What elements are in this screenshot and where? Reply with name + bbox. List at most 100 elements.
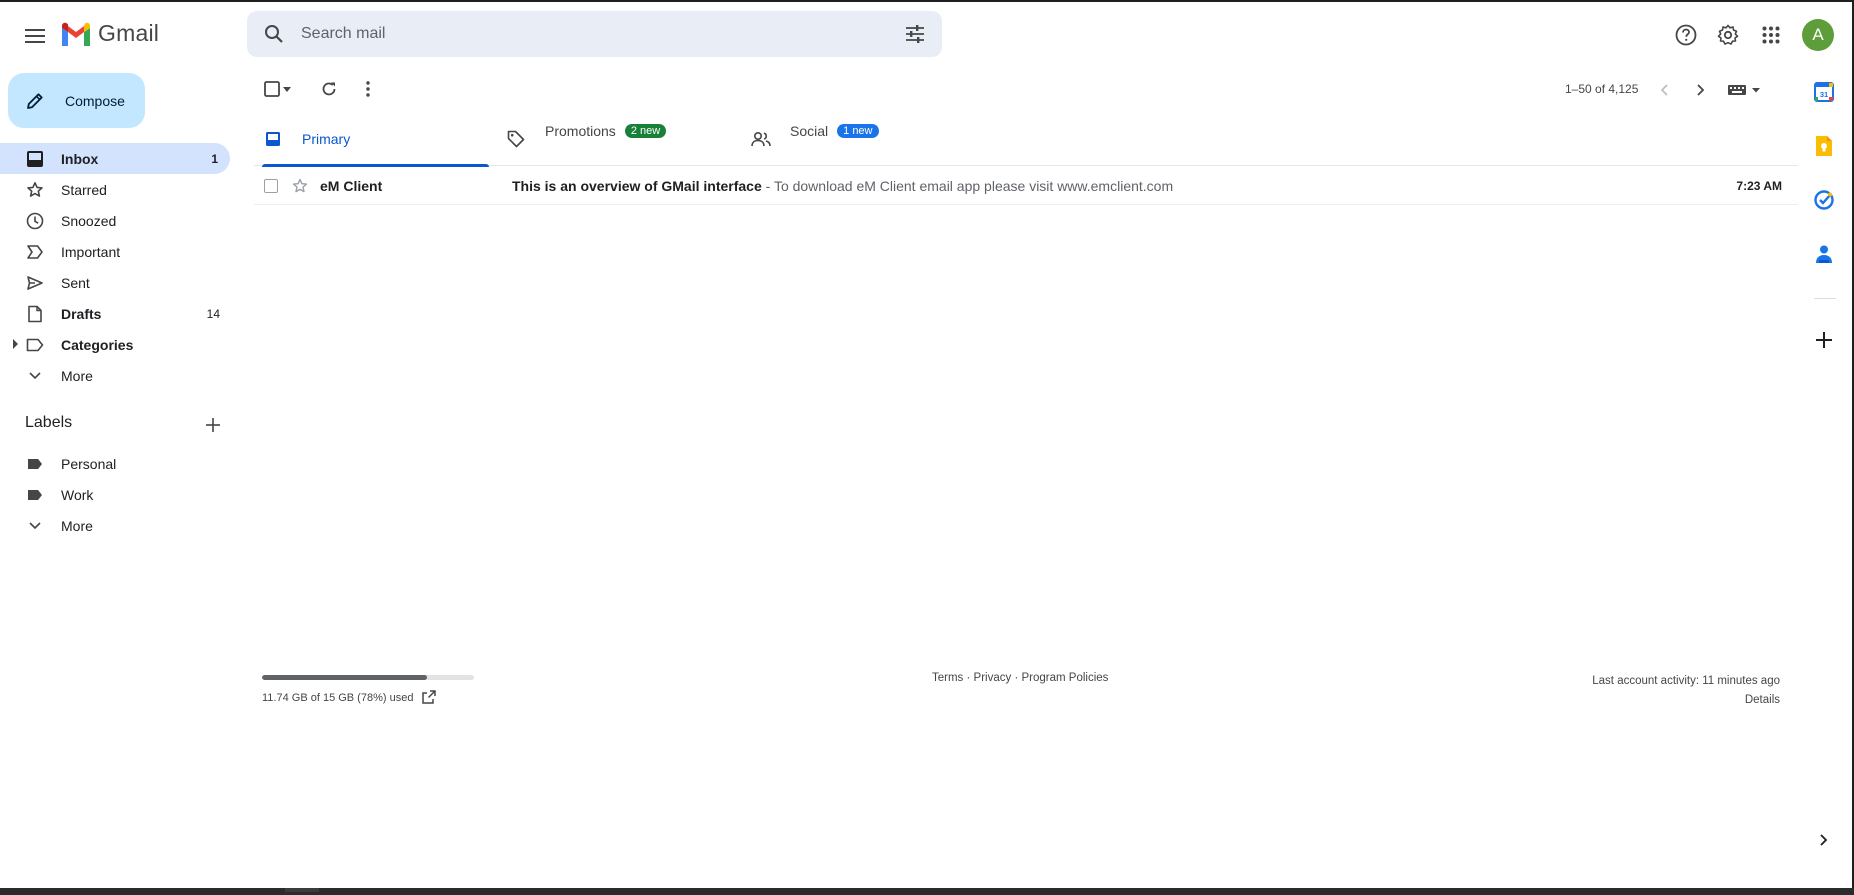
sidebar-item-snoozed[interactable]: Snoozed: [0, 205, 232, 236]
inbox-icon: [25, 149, 45, 169]
sidebar-item-label: Snoozed: [61, 212, 117, 229]
sidebar-item-sent[interactable]: Sent: [0, 267, 232, 298]
tab-label: Social: [790, 123, 829, 139]
new-count-badge: 1 new: [837, 124, 879, 138]
tag-icon: [505, 128, 527, 150]
sidebar-item-label: Inbox: [61, 150, 99, 167]
clock-icon: [25, 211, 45, 231]
plus-icon: [1816, 332, 1832, 348]
more-actions-button[interactable]: [354, 75, 382, 103]
tab-promotions[interactable]: Promotions 2 new: [505, 112, 732, 166]
pencil-icon: [27, 92, 43, 109]
main-menu-button[interactable]: [16, 17, 54, 55]
email-subject: This is an overview of GMail interface: [512, 178, 762, 194]
labels-more[interactable]: More: [0, 510, 232, 541]
support-button[interactable]: [1668, 17, 1704, 53]
star-icon: [25, 180, 45, 200]
open-in-new-icon[interactable]: [421, 689, 437, 705]
labels-heading: Labels: [25, 414, 73, 431]
chevron-right-icon: [1820, 834, 1828, 846]
more-vert-icon: [366, 81, 370, 97]
drafts-count: 14: [206, 306, 220, 321]
label-item-personal[interactable]: Personal: [0, 448, 232, 479]
privacy-link[interactable]: Privacy: [974, 672, 1012, 684]
footer-links: Terms · Privacy · Program Policies: [932, 672, 1108, 684]
activity-details-link[interactable]: Details: [1592, 691, 1780, 710]
search-options-button[interactable]: [902, 21, 928, 47]
label-name: Personal: [61, 455, 117, 472]
sidebar-item-label: More: [61, 367, 93, 384]
calendar-app-button[interactable]: 31: [1812, 80, 1836, 104]
account-avatar[interactable]: A: [1802, 19, 1834, 51]
refresh-button[interactable]: [315, 75, 343, 103]
create-label-button[interactable]: [202, 414, 224, 436]
last-activity-text: Last account activity: 11 minutes ago: [1592, 675, 1780, 687]
account-activity: Last account activity: 11 minutes ago De…: [1592, 672, 1780, 710]
settings-button[interactable]: [1710, 17, 1746, 53]
tab-primary[interactable]: Primary: [262, 112, 489, 167]
storage-meter: [262, 675, 474, 680]
sidebar-item-important[interactable]: Important: [0, 236, 232, 267]
tab-social[interactable]: Social 1 new: [750, 112, 977, 166]
get-addons-button[interactable]: [1812, 328, 1836, 352]
expand-arrow-icon[interactable]: [12, 339, 20, 349]
pagination-count: 1–50 of 4,125: [1565, 82, 1639, 96]
calendar-icon: 31: [1814, 82, 1834, 102]
storage-meter-fill: [262, 675, 428, 680]
compose-button[interactable]: Compose: [8, 73, 145, 128]
search-button[interactable]: [261, 21, 287, 47]
label-name: More: [61, 517, 93, 534]
help-icon: [1675, 24, 1697, 46]
tab-label: Primary: [302, 131, 351, 147]
tab-label: Promotions: [545, 123, 616, 139]
contacts-app-button[interactable]: [1812, 242, 1836, 266]
newer-page-button[interactable]: [1650, 76, 1678, 104]
label-icon: [25, 454, 45, 474]
sidebar-nav: Inbox 1 Starred Snoozed Important Sent D…: [0, 143, 232, 391]
keep-icon: [1816, 136, 1832, 156]
sidebar-item-label: Categories: [61, 336, 134, 353]
search-input[interactable]: [301, 20, 861, 48]
side-panel-divider: [1814, 298, 1836, 299]
gmail-logo[interactable]: Gmail: [60, 20, 159, 47]
keyboard-icon: [1728, 85, 1760, 95]
terms-link[interactable]: Terms: [932, 672, 963, 684]
contacts-icon: [1816, 245, 1832, 263]
tasks-app-button[interactable]: [1812, 188, 1836, 212]
chevron-down-icon: [25, 516, 45, 536]
select-dropdown-button[interactable]: [278, 75, 296, 103]
email-subject-line: This is an overview of GMail interface -…: [512, 178, 1173, 194]
google-apps-button[interactable]: [1753, 17, 1789, 53]
storage-usage: 11.74 GB of 15 GB (78%) used: [262, 692, 414, 704]
older-page-button[interactable]: [1687, 76, 1715, 104]
taskbar-tab: [285, 888, 319, 892]
chevron-right-icon: [1697, 84, 1705, 96]
label-item-work[interactable]: Work: [0, 479, 232, 510]
email-sender: eM Client: [320, 178, 383, 194]
row-checkbox[interactable]: [264, 179, 278, 193]
sidebar-item-inbox[interactable]: Inbox 1: [0, 143, 230, 174]
labels-list: Personal Work More: [0, 448, 232, 541]
input-tools-button[interactable]: [1724, 76, 1766, 104]
hide-side-panel-button[interactable]: [1812, 828, 1836, 852]
gear-icon: [1717, 24, 1739, 45]
chevron-left-icon: [1660, 84, 1668, 96]
keep-app-button[interactable]: [1812, 134, 1836, 158]
search-icon: [265, 25, 283, 43]
tasks-icon: [1814, 190, 1834, 210]
calendar-day: 31: [1820, 90, 1828, 99]
email-row[interactable]: eM Client This is an overview of GMail i…: [254, 167, 1798, 205]
sidebar-item-categories[interactable]: Categories: [0, 329, 232, 360]
email-time: 7:23 AM: [1736, 179, 1782, 193]
program-policies-link[interactable]: Program Policies: [1021, 672, 1108, 684]
sidebar-item-drafts[interactable]: Drafts 14: [0, 298, 232, 329]
sidebar-item-label: Drafts: [61, 305, 102, 322]
star-icon[interactable]: [291, 177, 309, 195]
sidebar-item-label: Starred: [61, 181, 107, 198]
sidebar-item-more[interactable]: More: [0, 360, 232, 391]
sidebar-item-starred[interactable]: Starred: [0, 174, 232, 205]
label-outline-icon: [25, 335, 45, 355]
email-snippet: - To download eM Client email app please…: [761, 178, 1174, 194]
label-icon: [25, 485, 45, 505]
unread-count: 1: [211, 151, 218, 166]
